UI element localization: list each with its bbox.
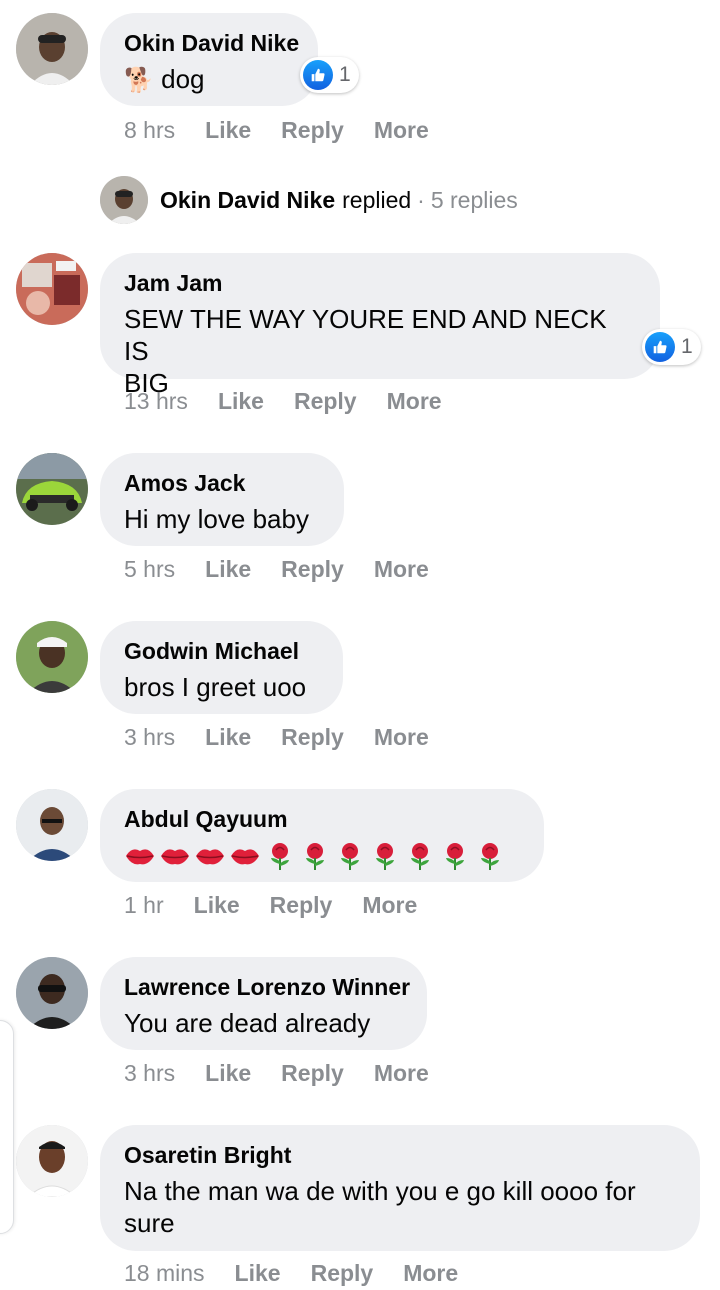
lips-emoji — [229, 840, 264, 872]
avatar[interactable] — [16, 621, 88, 693]
like-button[interactable]: Like — [235, 1259, 281, 1287]
comment-actions: 18 mins Like Reply More — [124, 1259, 458, 1287]
comment-actions: 13 hrs Like Reply More — [124, 387, 442, 415]
like-button[interactable]: Like — [218, 387, 264, 415]
rose-emoji — [474, 840, 509, 872]
more-button[interactable]: More — [374, 1059, 429, 1087]
comment-timestamp[interactable]: 3 hrs — [124, 1059, 175, 1087]
more-button[interactable]: More — [403, 1259, 458, 1287]
reaction-count: 1 — [681, 335, 693, 358]
like-button[interactable]: Like — [205, 555, 251, 583]
comment-bubble[interactable]: Okin David Nike 🐕 dog — [100, 13, 318, 106]
replied-label: replied — [342, 186, 412, 213]
comment-text: 🐕 dog — [124, 64, 205, 94]
comment-emoji-text — [124, 839, 520, 873]
replied-author: Okin David Nike — [160, 186, 336, 213]
comment-text: SEW THE WAY YOURE END AND NECK IS BIG — [124, 304, 607, 398]
rose-emoji — [334, 840, 369, 872]
comment-bubble[interactable]: Jam Jam SEW THE WAY YOURE END AND NECK I… — [100, 253, 660, 398]
like-thumb-icon — [303, 60, 333, 90]
comment-bubble[interactable]: Godwin Michael bros I greet uoo — [100, 621, 343, 714]
rose-emoji — [439, 840, 474, 872]
avatar[interactable] — [16, 253, 88, 325]
more-button[interactable]: More — [374, 116, 429, 144]
rose-emoji — [264, 840, 299, 872]
comment-timestamp[interactable]: 5 hrs — [124, 555, 175, 583]
comment-timestamp[interactable]: 1 hr — [124, 891, 164, 919]
reply-button[interactable]: Reply — [294, 387, 357, 415]
comment-actions: 3 hrs Like Reply More — [124, 723, 429, 751]
avatar[interactable] — [16, 957, 88, 1029]
side-panel-edge[interactable] — [0, 1020, 14, 1234]
comment-author[interactable]: Amos Jack — [124, 469, 320, 497]
comment-actions: 3 hrs Like Reply More — [124, 1059, 429, 1087]
comment-actions: 1 hr Like Reply More — [124, 891, 417, 919]
comment-author[interactable]: Abdul Qayuum — [124, 805, 520, 833]
reply-button[interactable]: Reply — [270, 891, 333, 919]
reply-count: 5 replies — [430, 186, 518, 213]
rose-emoji — [369, 840, 404, 872]
comment-actions: 8 hrs Like Reply More — [124, 116, 429, 144]
like-button[interactable]: Like — [205, 116, 251, 144]
avatar[interactable] — [16, 789, 88, 861]
comment-actions: 5 hrs Like Reply More — [124, 555, 429, 583]
comment-timestamp[interactable]: 18 mins — [124, 1259, 205, 1287]
comment-author[interactable]: Godwin Michael — [124, 637, 319, 665]
view-replies-link[interactable]: Okin David Nike replied · 5 replies — [100, 176, 518, 224]
rose-emoji — [299, 840, 334, 872]
avatar[interactable] — [16, 453, 88, 525]
separator-dot: · — [417, 186, 425, 213]
comment-timestamp[interactable]: 8 hrs — [124, 116, 175, 144]
lips-emoji — [124, 840, 159, 872]
comment-timestamp[interactable]: 13 hrs — [124, 387, 188, 415]
like-button[interactable]: Like — [205, 1059, 251, 1087]
comment-text: bros I greet uoo — [124, 672, 307, 702]
comment-author[interactable]: Okin David Nike — [124, 29, 299, 57]
reaction-count: 1 — [339, 63, 351, 86]
comment-author[interactable]: Lawrence Lorenzo Winner — [124, 973, 410, 1001]
reply-button[interactable]: Reply — [281, 1059, 344, 1087]
lips-emoji — [194, 840, 229, 872]
like-thumb-icon — [645, 332, 675, 362]
reply-button[interactable]: Reply — [281, 723, 344, 751]
more-button[interactable]: More — [362, 891, 417, 919]
avatar — [100, 176, 148, 224]
comment-bubble[interactable]: Lawrence Lorenzo Winner You are dead alr… — [100, 957, 427, 1050]
comment-bubble[interactable]: Osaretin Bright Na the man wa de with yo… — [100, 1125, 700, 1251]
comment-text: You are dead already — [124, 1008, 371, 1038]
lips-emoji — [159, 840, 194, 872]
comment-author[interactable]: Osaretin Bright — [124, 1141, 676, 1169]
rose-emoji — [404, 840, 439, 872]
comment-author[interactable]: Jam Jam — [124, 269, 636, 297]
comment-bubble[interactable]: Amos Jack Hi my love baby — [100, 453, 344, 546]
comment-bubble[interactable]: Abdul Qayuum — [100, 789, 544, 882]
avatar[interactable] — [16, 1125, 88, 1197]
reaction-summary[interactable]: 1 — [300, 57, 359, 93]
like-button[interactable]: Like — [205, 723, 251, 751]
reply-button[interactable]: Reply — [281, 116, 344, 144]
reaction-summary[interactable]: 1 — [642, 329, 701, 365]
more-button[interactable]: More — [374, 555, 429, 583]
comment-text: Na the man wa de with you e go kill oooo… — [124, 1176, 636, 1238]
dog-emoji: 🐕 — [124, 67, 154, 94]
more-button[interactable]: More — [387, 387, 442, 415]
avatar[interactable] — [16, 13, 88, 85]
comment-text: Hi my love baby — [124, 504, 309, 534]
more-button[interactable]: More — [374, 723, 429, 751]
comment-timestamp[interactable]: 3 hrs — [124, 723, 175, 751]
like-button[interactable]: Like — [194, 891, 240, 919]
reply-button[interactable]: Reply — [281, 555, 344, 583]
reply-button[interactable]: Reply — [311, 1259, 374, 1287]
